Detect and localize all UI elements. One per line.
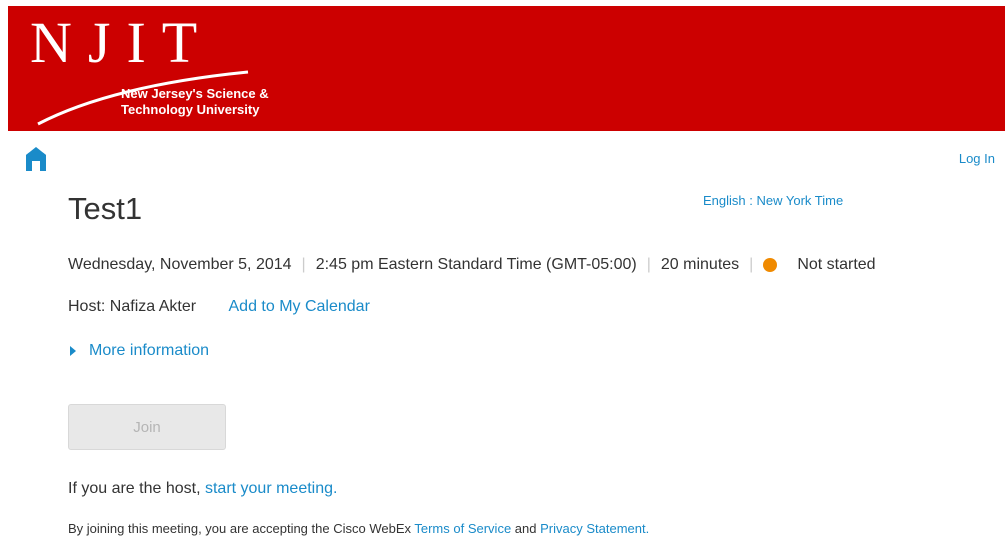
host-start-line: If you are the host, start your meeting. (68, 480, 337, 498)
tagline-line1: New Jersey's Science & (121, 86, 269, 101)
privacy-statement-link[interactable]: Privacy Statement. (540, 521, 649, 536)
meeting-time: 2:45 pm Eastern Standard Time (GMT-05:00… (315, 256, 637, 273)
separator: | (749, 256, 754, 273)
terms-and: and (511, 521, 541, 536)
expand-triangle-icon (70, 346, 76, 356)
njit-logo[interactable]: NJIT New Jersey's Science & Technology U… (8, 6, 328, 131)
separator: | (301, 256, 306, 273)
terms-prefix: By joining this meeting, you are accepti… (68, 521, 415, 536)
meeting-details: Wednesday, November 5, 2014 | 2:45 pm Ea… (68, 256, 876, 274)
more-information-toggle[interactable]: More information (70, 342, 209, 360)
terms-line: By joining this meeting, you are accepti… (68, 521, 649, 536)
logo-letters: NJIT (30, 10, 214, 75)
terms-of-service-link[interactable]: Terms of Service (414, 521, 511, 536)
meeting-status: Not started (797, 256, 876, 273)
host-name: Host: Nafiza Akter (68, 298, 197, 315)
meeting-title: Test1 (68, 191, 143, 226)
language-timezone-link[interactable]: English : New York Time (703, 193, 843, 208)
meeting-duration: 20 minutes (660, 256, 740, 273)
page: NJIT New Jersey's Science & Technology U… (0, 0, 1005, 542)
host-row: Host: Nafiza Akter Add to My Calendar (68, 298, 370, 316)
login-link[interactable]: Log In (959, 151, 995, 166)
add-to-calendar-link[interactable]: Add to My Calendar (229, 298, 370, 315)
separator: | (646, 256, 651, 273)
tagline-line2: Technology University (121, 102, 260, 117)
home-icon[interactable] (25, 146, 47, 172)
host-start-prefix: If you are the host, (68, 480, 205, 497)
more-information-label: More information (89, 342, 210, 359)
logo-tagline: New Jersey's Science & Technology Univer… (121, 86, 269, 118)
meeting-date: Wednesday, November 5, 2014 (68, 256, 292, 273)
header-banner: NJIT New Jersey's Science & Technology U… (8, 6, 1005, 131)
status-dot-icon (763, 258, 778, 272)
start-meeting-link[interactable]: start your meeting. (205, 480, 338, 497)
join-button[interactable]: Join (68, 404, 226, 450)
